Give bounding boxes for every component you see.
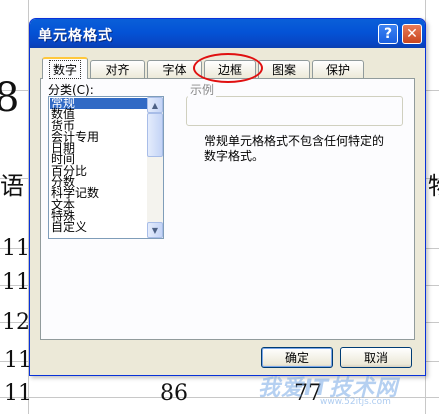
scroll-down-button[interactable]: ▼ xyxy=(147,222,163,238)
close-icon: ✕ xyxy=(406,26,418,42)
category-list: 常规 数值 货币 会计专用 日期 时间 百分比 分数 科学记数 文本 特殊 自定义 xyxy=(50,97,147,234)
help-icon: ? xyxy=(383,26,393,42)
scroll-up-button[interactable]: ▲ xyxy=(147,97,163,113)
close-button[interactable]: ✕ xyxy=(402,24,422,44)
format-description: 常规单元格格式不包含任何特定的数字格式。 xyxy=(204,134,385,163)
sheet-cell: 8 xyxy=(0,75,20,121)
tab-alignment[interactable]: 对齐 xyxy=(90,60,145,78)
sample-box xyxy=(186,96,403,126)
sheet-cell: 语 xyxy=(0,172,24,200)
border-tab-highlight xyxy=(193,53,263,83)
category-listbox[interactable]: 常规 数值 货币 会计专用 日期 时间 百分比 分数 科学记数 文本 特殊 自定义 ▲ ▼ xyxy=(48,96,164,239)
scroll-thumb[interactable] xyxy=(147,113,163,157)
format-cells-dialog: 单元格格式 ? ✕ 数字 对齐 字体 边框 图案 保护 分类(C): 常规 数值货… xyxy=(29,18,426,376)
tab-patterns[interactable]: 图案 xyxy=(258,60,310,78)
category-scrollbar[interactable]: ▲ ▼ xyxy=(147,97,163,238)
category-item[interactable]: 自定义 xyxy=(50,221,147,233)
sample-label: 示例 xyxy=(188,81,217,98)
sheet-cell: 11 xyxy=(2,236,30,261)
dialog-titlebar[interactable]: 单元格格式 ? ✕ xyxy=(30,19,425,48)
chevron-down-icon: ▼ xyxy=(151,225,159,235)
watermark-url: www.52itjs.com xyxy=(320,397,391,407)
cancel-button[interactable]: 取消 xyxy=(340,347,412,368)
help-button[interactable]: ? xyxy=(378,24,398,44)
sheet-cell: 86 xyxy=(160,381,188,406)
tab-protection[interactable]: 保护 xyxy=(312,60,364,78)
chevron-up-icon: ▲ xyxy=(151,100,159,110)
ok-button[interactable]: 确定 xyxy=(261,347,333,368)
sheet-cell: 11 xyxy=(4,381,32,406)
sheet-cell: 11 xyxy=(2,270,30,295)
sheet-cell: 物 xyxy=(428,174,439,198)
dialog-title: 单元格格式 xyxy=(38,28,113,44)
sheet-cell: 12 xyxy=(2,310,30,335)
tab-number[interactable]: 数字 xyxy=(42,57,88,79)
